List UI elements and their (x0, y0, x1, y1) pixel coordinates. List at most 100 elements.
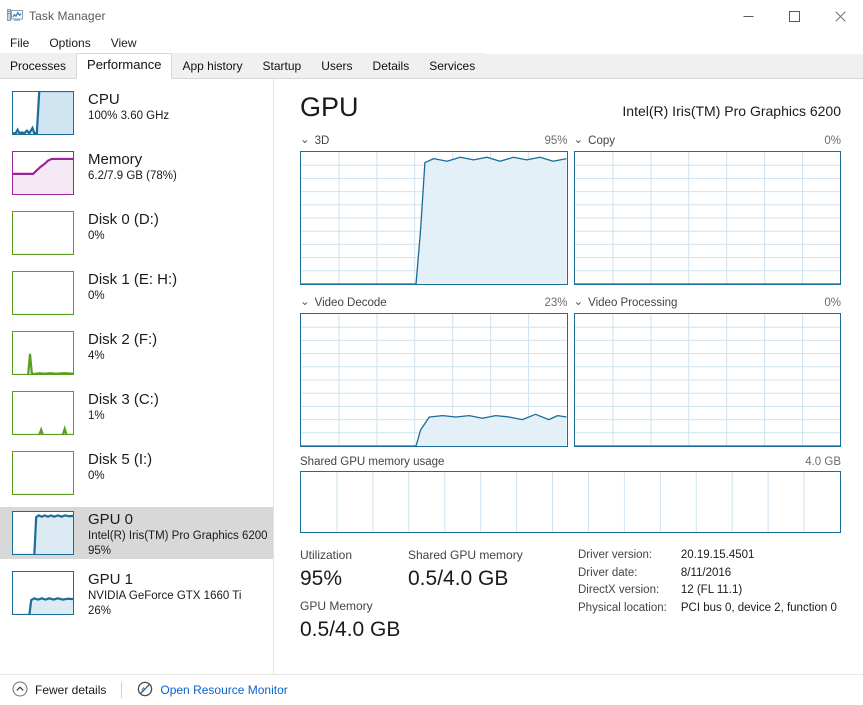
graph-video-decode[interactable] (300, 313, 568, 447)
shared-memory-max: 4.0 GB (805, 456, 841, 468)
shared-memory-label-row: Shared GPU memory usage 4.0 GB (300, 456, 841, 468)
stats-area: Utilization 95% GPU Memory 0.5/4.0 GB Sh… (300, 547, 841, 649)
sidebar-item-label: Disk 0 (D:) (88, 211, 159, 228)
chevron-down-icon[interactable]: ⌄ (300, 297, 310, 309)
sidebar-item-memory[interactable]: Memory 6.2/7.9 GB (78%) (0, 147, 273, 199)
minimize-button[interactable] (725, 0, 771, 32)
sidebar-item-detail: 4% (88, 350, 105, 362)
resource-monitor-icon (137, 681, 153, 700)
sidebar-item-label: GPU 0 (88, 511, 134, 528)
gpu-panel: GPU Intel(R) Iris(TM) Pro Graphics 6200 … (274, 79, 863, 676)
chevron-down-icon[interactable]: ⌄ (574, 297, 584, 309)
status-divider (121, 682, 123, 698)
stats-utilization-column: Utilization 95% GPU Memory 0.5/4.0 GB (300, 547, 408, 649)
tab-processes[interactable]: Processes (0, 53, 77, 78)
sidebar-item-detail: NVIDIA GeForce GTX 1660 Ti (88, 590, 242, 602)
maximize-button[interactable] (771, 0, 817, 32)
sidebar-item-detail: 0% (88, 470, 105, 482)
sidebar-item-disk-3-c[interactable]: Disk 3 (C:) 1% (0, 387, 273, 439)
driver-date-value: 8/11/2016 (680, 566, 732, 579)
graph-cell-copy: ⌄ Copy 0% (573, 134, 842, 285)
menu-file[interactable]: File (8, 34, 37, 52)
chevron-down-icon[interactable]: ⌄ (574, 135, 584, 147)
graph-label-3d: ⌄ 3D 95% (300, 134, 568, 148)
sidebar-item-gpu-1[interactable]: GPU 1 NVIDIA GeForce GTX 1660 Ti 26% (0, 567, 273, 619)
sidebar-item-disk-5-i[interactable]: Disk 5 (I:) 0% (0, 447, 273, 499)
driver-row: Physical location: PCI bus 0, device 2, … (578, 600, 837, 618)
close-button[interactable] (817, 0, 863, 32)
tab-performance[interactable]: Performance (76, 53, 173, 79)
directx-version-label: DirectX version: (578, 584, 660, 596)
sidebar-thumbnail-graph (12, 271, 74, 315)
sidebar-item-detail: 1% (88, 410, 105, 422)
status-bar: Fewer details Open Resource Monitor (0, 674, 863, 705)
tab-strip: Processes Performance App history Startu… (0, 53, 863, 79)
graph-title-video-processing: Video Processing (588, 297, 678, 309)
tab-app-history[interactable]: App history (172, 53, 253, 78)
sidebar-item-disk-0-d[interactable]: Disk 0 (D:) 0% (0, 207, 273, 259)
sidebar-item-usage: 95% (88, 545, 112, 557)
sidebar-item-disk-2-f[interactable]: Disk 2 (F:) 4% (0, 327, 273, 379)
sidebar-thumbnail-graph (12, 391, 74, 435)
driver-row: Driver version: 20.19.15.4501 (578, 547, 837, 565)
graph-label-copy: ⌄ Copy 0% (574, 134, 842, 148)
menu-view[interactable]: View (109, 34, 145, 52)
graph-value-video-decode: 23% (544, 297, 568, 309)
driver-version-label: Driver version: (578, 549, 653, 561)
title-bar: Task Manager (0, 0, 863, 32)
sidebar-item-detail: 6.2/7.9 GB (78%) (88, 170, 177, 182)
sidebar-item-label: GPU 1 (88, 571, 134, 588)
sidebar-item-texts: Disk 2 (F:) 4% (88, 331, 157, 364)
graph-title-copy: Copy (588, 135, 615, 147)
driver-date-label: Driver date: (578, 566, 638, 579)
resource-sidebar: CPU 100% 3.60 GHz Memory 6.2/7.9 GB (78%) Di… (0, 79, 274, 676)
open-resource-monitor-link[interactable]: Open Resource Monitor (137, 681, 288, 700)
tab-users[interactable]: Users (311, 53, 363, 78)
graph-copy[interactable] (573, 151, 841, 285)
shared-gpu-memory-value: 0.5/4.0 GB (408, 567, 509, 590)
driver-row: DirectX version: 12 (FL 11.1) (578, 582, 837, 600)
graph-shared-memory[interactable] (300, 471, 841, 533)
shared-gpu-memory-label: Shared GPU memory (408, 548, 523, 562)
driver-info: Driver version: 20.19.15.4501 Driver dat… (578, 547, 837, 649)
stats-shared-column: Shared GPU memory 0.5/4.0 GB (408, 547, 578, 649)
tab-details[interactable]: Details (362, 53, 420, 78)
chevron-down-icon[interactable]: ⌄ (300, 135, 310, 147)
sidebar-item-disk-1-e-h[interactable]: Disk 1 (E: H:) 0% (0, 267, 273, 319)
graph-video-processing[interactable] (573, 313, 841, 447)
menu-options[interactable]: Options (47, 34, 98, 52)
sidebar-thumbnail-graph (12, 91, 74, 135)
shared-memory-label: Shared GPU memory usage (300, 456, 445, 468)
sidebar-item-texts: GPU 1 NVIDIA GeForce GTX 1660 Ti 26% (88, 571, 241, 619)
window-title: Task Manager (29, 9, 106, 23)
graph-value-3d: 95% (544, 135, 568, 147)
utilization-value: 95% (300, 567, 343, 590)
graph-label-video-decode: ⌄ Video Decode 23% (300, 296, 568, 310)
sidebar-item-detail: 0% (88, 230, 105, 242)
fewer-details-button[interactable]: Fewer details (12, 681, 106, 700)
sidebar-item-gpu-0[interactable]: GPU 0 Intel(R) Iris(TM) Pro Graphics 6200… (0, 507, 273, 559)
graph-title-video-decode: Video Decode (314, 297, 387, 309)
sidebar-item-texts: GPU 0 Intel(R) Iris(TM) Pro Graphics 6200… (88, 511, 267, 559)
menu-bar: File Options View (0, 32, 863, 54)
sidebar-thumbnail-graph (12, 151, 74, 195)
sidebar-item-label: Disk 5 (I:) (88, 451, 153, 468)
page-title: GPU (300, 92, 359, 122)
tab-services[interactable]: Services (419, 53, 486, 78)
tab-startup[interactable]: Startup (252, 53, 312, 78)
sidebar-item-label: CPU (88, 91, 120, 108)
sidebar-thumbnail-graph (12, 511, 74, 555)
device-name: Intel(R) Iris(TM) Pro Graphics 6200 (622, 103, 841, 119)
graph-value-video-processing: 0% (824, 297, 841, 309)
sidebar-item-label: Memory (88, 151, 143, 168)
sidebar-item-texts: Memory 6.2/7.9 GB (78%) (88, 151, 177, 184)
window-controls (725, 0, 863, 32)
fewer-details-label: Fewer details (35, 683, 107, 697)
sidebar-item-cpu[interactable]: CPU 100% 3.60 GHz (0, 87, 273, 139)
sidebar-item-usage: 26% (88, 605, 112, 617)
graph-row-top: ⌄ 3D 95% ⌄ Copy 0% (300, 134, 841, 285)
sidebar-item-label: Disk 1 (E: H:) (88, 271, 178, 288)
sidebar-item-texts: Disk 0 (D:) 0% (88, 211, 159, 244)
graph-3d[interactable] (300, 151, 568, 285)
graph-value-copy: 0% (824, 135, 841, 147)
